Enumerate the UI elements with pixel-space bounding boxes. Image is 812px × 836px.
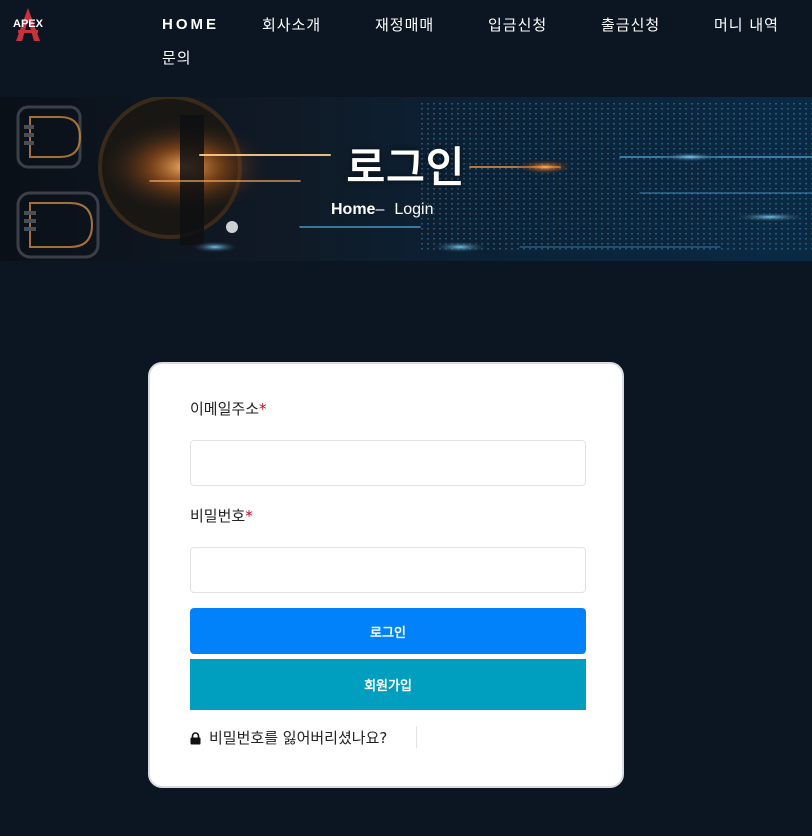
login-card: 이메일주소* 비밀번호* 로그인 회원가입 비밀번호를 잃어버리셨나요? <box>148 362 624 788</box>
nav-trading[interactable]: 재정매매 <box>375 15 434 35</box>
nav-deposit[interactable]: 입금신청 <box>488 15 547 35</box>
password-label: 비밀번호* <box>190 506 253 526</box>
nav-company[interactable]: 회사소개 <box>262 15 321 35</box>
logo-text: APEX <box>13 18 44 30</box>
nav-inquiry[interactable]: 문의 <box>162 48 192 68</box>
lock-icon <box>190 730 201 750</box>
password-label-text: 비밀번호 <box>190 507 246 525</box>
password-input[interactable] <box>190 547 586 593</box>
required-mark: * <box>259 400 267 418</box>
page-banner: 로그인 Home– Login <box>0 97 812 261</box>
breadcrumb: Home– Login <box>331 200 434 220</box>
apex-logo[interactable]: APEX <box>8 6 48 42</box>
signup-button[interactable]: 회원가입 <box>190 659 586 710</box>
login-button[interactable]: 로그인 <box>190 608 586 654</box>
email-label: 이메일주소* <box>190 399 267 419</box>
breadcrumb-home-link[interactable]: Home <box>331 201 375 218</box>
nav-home[interactable]: HOME <box>162 15 219 35</box>
page-title: 로그인 <box>346 143 466 192</box>
forgot-password-link[interactable]: 비밀번호를 잃어버리셨나요? <box>190 728 387 750</box>
nav-money-history[interactable]: 머니 내역 <box>714 15 779 35</box>
email-input[interactable] <box>190 440 586 486</box>
site-header: APEX HOME 회사소개 재정매매 입금신청 출금신청 머니 내역 문의 <box>0 0 812 97</box>
breadcrumb-current: Login <box>394 201 434 218</box>
breadcrumb-separator: – <box>375 201 385 218</box>
divider <box>416 726 417 748</box>
email-label-text: 이메일주소 <box>190 400 260 418</box>
required-mark: * <box>245 507 253 525</box>
forgot-password-text: 비밀번호를 잃어버리셨나요? <box>209 729 388 747</box>
nav-withdraw[interactable]: 출금신청 <box>601 15 660 35</box>
